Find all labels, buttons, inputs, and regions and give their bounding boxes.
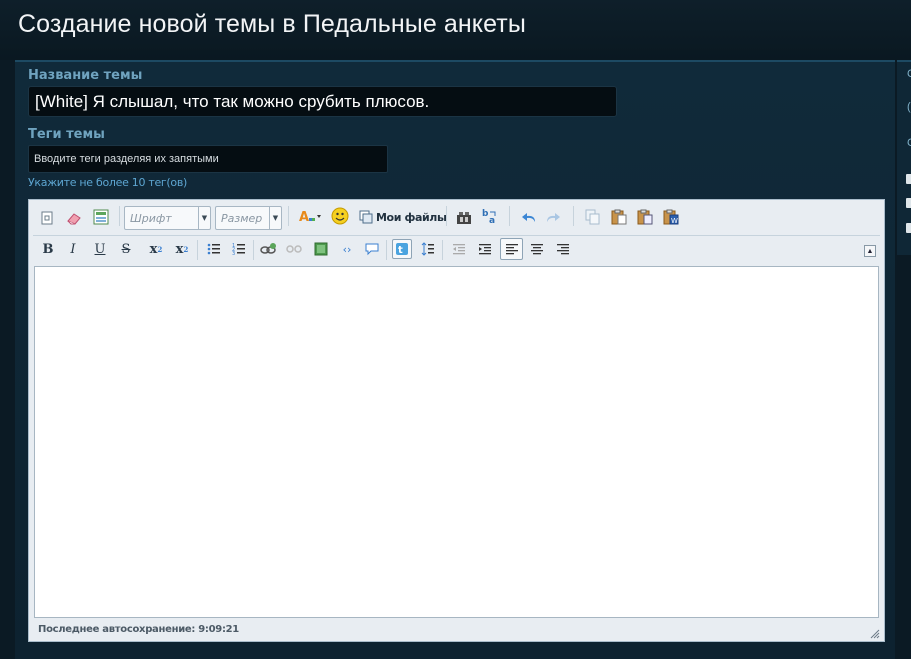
tags-label: Теги темы bbox=[28, 127, 105, 142]
svg-text:A: A bbox=[299, 210, 309, 225]
toolbar-separator bbox=[442, 240, 443, 260]
quote-icon[interactable] bbox=[362, 239, 382, 259]
title-label: Название темы bbox=[28, 68, 143, 83]
redo-icon[interactable] bbox=[543, 208, 563, 228]
side-checkbox-2[interactable] bbox=[906, 198, 911, 208]
resize-handle-icon[interactable] bbox=[868, 626, 880, 639]
underline-icon[interactable]: U bbox=[90, 239, 110, 259]
svg-text:b: b bbox=[482, 209, 489, 219]
eraser-icon[interactable] bbox=[64, 208, 84, 228]
side-checkbox-1[interactable] bbox=[906, 174, 911, 184]
align-right-icon[interactable] bbox=[553, 239, 573, 259]
align-center-icon[interactable] bbox=[527, 239, 547, 259]
smiley-icon[interactable] bbox=[330, 206, 350, 226]
code-icon[interactable]: ‹› bbox=[337, 239, 357, 259]
chevron-down-icon: ▼ bbox=[269, 207, 281, 229]
subscript-icon[interactable]: x2 bbox=[146, 239, 166, 259]
outdent-icon[interactable] bbox=[449, 239, 469, 259]
side-checkbox-3[interactable] bbox=[906, 223, 911, 233]
font-select-label: Шрифт bbox=[130, 212, 172, 225]
source-mode-icon[interactable] bbox=[37, 208, 57, 228]
svg-text:t: t bbox=[398, 245, 403, 256]
toolbar-separator bbox=[197, 240, 198, 260]
link-icon[interactable] bbox=[258, 239, 278, 259]
twitter-icon[interactable]: t bbox=[392, 239, 412, 259]
unlink-icon[interactable] bbox=[284, 239, 304, 259]
indent-icon[interactable] bbox=[475, 239, 495, 259]
translate-icon[interactable]: ba bbox=[480, 206, 500, 226]
collapse-toolbar-icon[interactable]: ▲ bbox=[864, 245, 876, 257]
page-title: Создание новой темы в Педальные анкеты bbox=[18, 10, 526, 38]
text-color-icon[interactable]: A bbox=[297, 207, 323, 227]
svg-text:3: 3 bbox=[232, 251, 235, 256]
undo-icon[interactable] bbox=[519, 208, 539, 228]
font-size-select[interactable]: Размер ▼ bbox=[215, 206, 282, 230]
size-select-label: Размер bbox=[221, 212, 263, 225]
toolbar-separator bbox=[386, 240, 387, 260]
toolbar-separator bbox=[446, 206, 447, 226]
numbered-list-icon[interactable]: 123 bbox=[229, 239, 249, 259]
bullet-list-icon[interactable] bbox=[204, 239, 224, 259]
superscript-icon[interactable]: x2 bbox=[172, 239, 192, 259]
my-files-label: Мои файлы bbox=[376, 210, 447, 224]
copy-icon[interactable] bbox=[583, 207, 603, 227]
tags-hint: Укажите не более 10 тег(ов) bbox=[28, 176, 187, 189]
bold-icon[interactable]: B bbox=[38, 239, 58, 259]
font-family-select[interactable]: Шрифт ▼ bbox=[124, 206, 211, 230]
strikethrough-icon[interactable]: S bbox=[116, 239, 136, 259]
toolbar-separator bbox=[509, 206, 510, 226]
paste-icon[interactable] bbox=[609, 207, 629, 227]
toolbar-separator bbox=[573, 206, 574, 226]
svg-text:a: a bbox=[489, 216, 495, 225]
gallery-icon[interactable] bbox=[454, 208, 474, 228]
files-icon bbox=[359, 210, 373, 224]
line-height-icon[interactable] bbox=[418, 239, 438, 259]
toolbar-row-2: B I U S x2 x2 123 ‹› t bbox=[29, 236, 884, 266]
toolbar-row-1: Шрифт ▼ Размер ▼ A Мои файлы ba W bbox=[29, 200, 884, 230]
template-icon[interactable] bbox=[91, 207, 111, 227]
chevron-down-icon: ▼ bbox=[198, 207, 210, 229]
tags-input[interactable]: Вводите теги разделяя их запятыми bbox=[28, 145, 388, 173]
side-label-1: С bbox=[907, 68, 911, 80]
italic-icon[interactable]: I bbox=[63, 239, 83, 259]
toolbar-separator bbox=[288, 206, 289, 226]
autosave-status: Последнее автосохранение: 9:09:21 bbox=[38, 624, 239, 635]
paste-text-icon[interactable] bbox=[635, 207, 655, 227]
my-files-button[interactable]: Мои файлы bbox=[359, 210, 447, 224]
svg-text:W: W bbox=[671, 217, 678, 225]
message-body-textarea[interactable] bbox=[34, 266, 879, 618]
side-label-2: ( bbox=[907, 101, 911, 113]
toolbar-separator bbox=[253, 240, 254, 260]
image-icon[interactable] bbox=[311, 239, 331, 259]
align-left-icon[interactable] bbox=[500, 238, 523, 260]
thread-title-input[interactable]: [White] Я слышал, что так можно срубить … bbox=[28, 86, 617, 117]
rich-text-editor: Шрифт ▼ Размер ▼ A Мои файлы ba W B I U … bbox=[28, 199, 885, 642]
paste-word-icon[interactable]: W bbox=[661, 207, 681, 227]
toolbar-separator bbox=[119, 206, 120, 226]
side-label-3: С bbox=[907, 137, 911, 149]
